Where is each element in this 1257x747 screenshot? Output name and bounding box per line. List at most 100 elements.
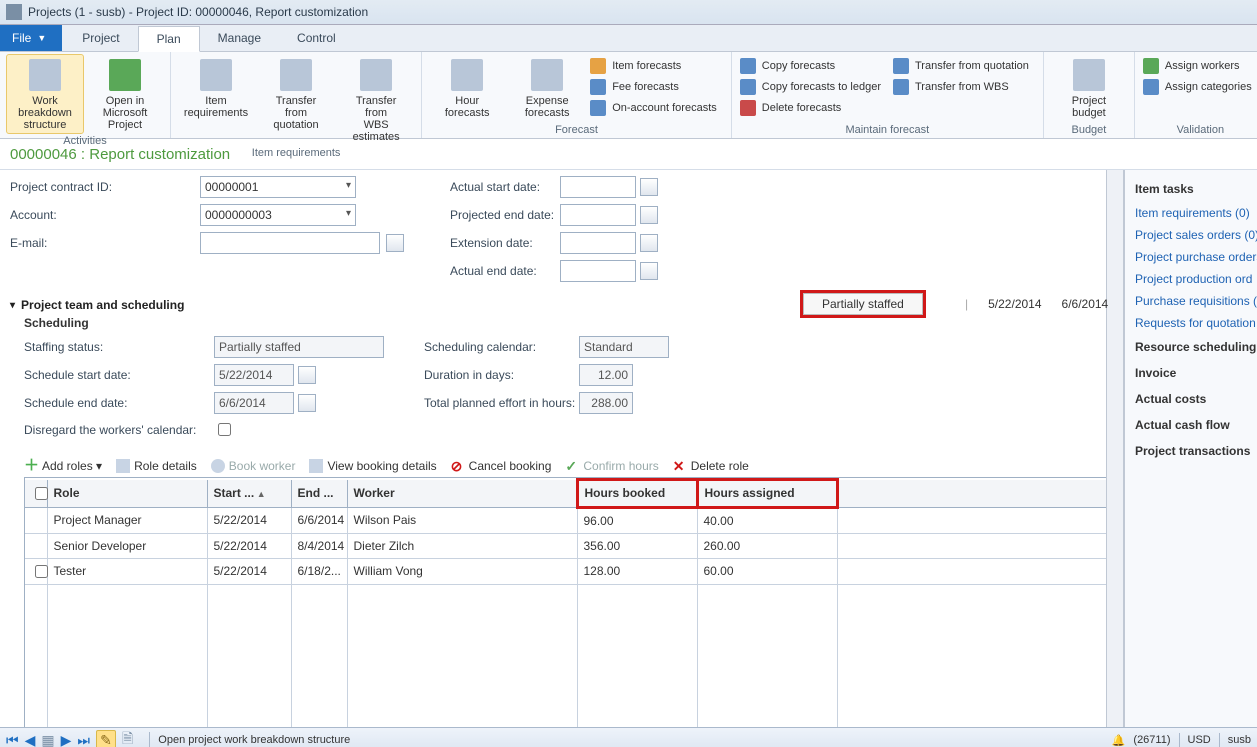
table-row[interactable]: Tester 5/22/2014 6/18/2... William Vong … [25,558,1111,584]
side-link-rfq[interactable]: Requests for quotation [1125,312,1257,334]
col-start[interactable]: Start ... [207,480,291,508]
extension-date-input[interactable] [560,232,636,254]
vertical-scrollbar[interactable] [1106,170,1123,727]
transfer-from-quotation-button[interactable]: Transfer from quotation [257,54,335,146]
nav-next-icon[interactable]: ▶ [61,732,72,747]
delete-role-button[interactable]: ✕Delete role [673,459,749,473]
open-in-ms-project-button[interactable]: Open in Microsoft Project [86,54,164,134]
sched-cal-field[interactable]: Standard [579,336,669,358]
edit-icon[interactable]: ✎ [96,730,116,747]
breadcrumb-text: 00000046 : Report customization [10,146,230,163]
calendar-icon[interactable] [298,394,316,412]
currency-label[interactable]: USD [1188,734,1211,746]
select-all-checkbox[interactable] [35,487,48,500]
calendar-icon[interactable] [640,178,658,196]
transfer-from-wbs-button[interactable]: Transfer from WBS estimates [337,54,415,146]
account-label: Account: [10,208,200,222]
item-forecast-icon [590,58,606,74]
actual-start-input[interactable] [560,176,636,198]
col-role[interactable]: Role [47,480,207,508]
email-input[interactable] [200,232,380,254]
col-end[interactable]: End ... [291,480,347,508]
duration-field: 12.00 [579,364,633,386]
tab-control[interactable]: Control [279,25,354,51]
fee-forecast-icon [590,79,606,95]
item-requirements-button[interactable]: Item requirements [177,54,255,146]
disregard-checkbox[interactable] [218,423,231,436]
side-link-sales-orders[interactable]: Project sales orders (0) [1125,224,1257,246]
cancel-booking-button[interactable]: ⊘Cancel booking [451,459,552,473]
file-button[interactable]: File ▼ [0,25,62,51]
assign-workers-button[interactable]: Assign workers [1141,56,1257,76]
ribbon-group-budget: Project budget Budget [1044,52,1135,138]
disclosure-icon: ▾ [10,300,15,311]
delete-forecasts-button[interactable]: Delete forecasts [738,98,889,118]
calendar-icon[interactable] [640,262,658,280]
app-icon [6,4,22,20]
nav-grid-icon[interactable]: ▦ [41,732,54,747]
book-worker-button[interactable]: Book worker [211,459,296,473]
expense-forecasts-button[interactable]: Expense forecasts [508,54,586,123]
sched-end-field[interactable]: 6/6/2014 [214,392,294,414]
email-lookup-icon[interactable] [386,234,404,252]
staffing-badge: Partially staffed [803,293,923,315]
copy-forecasts-button[interactable]: Copy forecasts [738,56,889,76]
nav-first-icon[interactable]: ⏮ [6,732,19,747]
copy-ledger-button[interactable]: Copy forecasts to ledger [738,77,889,97]
hour-forecasts-button[interactable]: Hour forecasts [428,54,506,123]
table-row[interactable]: Project Manager 5/22/2014 6/6/2014 Wilso… [25,507,1111,533]
table-row[interactable] [25,584,1111,727]
add-roles-button[interactable]: ＋Add roles ▾ [24,459,102,473]
contract-combo[interactable]: 00000001 [200,176,356,198]
summary-end-date: 6/6/2014 [1062,297,1109,311]
col-hours-assigned[interactable]: Hours assigned [697,480,837,508]
projected-end-input[interactable] [560,204,636,226]
tab-manage[interactable]: Manage [200,25,279,51]
role-details-button[interactable]: Role details [116,459,197,473]
fee-forecasts-button[interactable]: Fee forecasts [588,77,725,97]
contract-label: Project contract ID: [10,180,200,194]
col-checkbox-header[interactable] [25,480,47,508]
user-label[interactable]: susb [1228,734,1251,746]
side-item-project-transactions[interactable]: Project transactions [1125,438,1257,464]
chevron-down-icon: ▼ [37,33,46,43]
tab-plan[interactable]: Plan [138,26,200,52]
account-combo[interactable]: 0000000003 [200,204,356,226]
doc-icon[interactable]: 🗎 [122,728,133,747]
side-link-item-req[interactable]: Item requirements (0) [1125,202,1257,224]
transfer-from-wbs-small-button[interactable]: Transfer from WBS [891,77,1037,97]
sched-start-field[interactable]: 5/22/2014 [214,364,294,386]
calendar-icon[interactable] [640,234,658,252]
calendar-icon[interactable] [298,366,316,384]
item-forecasts-button[interactable]: Item forecasts [588,56,725,76]
nav-last-icon[interactable]: ⏭ [77,732,90,747]
alert-icon[interactable]: 🔔 [1112,734,1126,747]
nav-prev-icon[interactable]: ◀ [25,732,36,747]
tab-project[interactable]: Project [64,25,137,51]
view-booking-button[interactable]: View booking details [309,459,436,473]
side-item-invoice[interactable]: Invoice [1125,360,1257,386]
work-breakdown-structure-button[interactable]: Work breakdown structure [6,54,84,134]
side-link-purchase-orders[interactable]: Project purchase orders [1125,246,1257,268]
side-link-production-orders[interactable]: Project production ord [1125,268,1257,290]
item-req-icon [200,59,232,91]
col-hours-booked[interactable]: Hours booked [577,480,697,508]
alert-count[interactable]: (26711) [1133,734,1170,746]
section-header[interactable]: ▾ Project team and scheduling [10,298,1113,312]
row-checkbox[interactable] [35,565,48,578]
side-item-resource-scheduling[interactable]: Resource scheduling [1125,334,1257,360]
table-row[interactable]: Senior Developer 5/22/2014 8/4/2014 Diet… [25,533,1111,558]
calendar-icon[interactable] [640,206,658,224]
actual-end-input[interactable] [560,260,636,282]
ribbon-group-validation: Assign workers Assign categories Validat… [1135,52,1257,138]
project-budget-button[interactable]: Project budget [1050,54,1128,123]
assign-categories-button[interactable]: Assign categories [1141,77,1257,97]
on-account-forecasts-button[interactable]: On-account forecasts [588,98,725,118]
side-item-actual-costs[interactable]: Actual costs [1125,386,1257,412]
ribbon-group-forecast: Hour forecasts Expense forecasts Item fo… [422,52,732,138]
col-worker[interactable]: Worker [347,480,577,508]
side-link-purchase-req[interactable]: Purchase requisitions ( [1125,290,1257,312]
side-item-actual-cash-flow[interactable]: Actual cash flow [1125,412,1257,438]
confirm-hours-button[interactable]: ✓Confirm hours [565,459,658,473]
transfer-from-quotation-small-button[interactable]: Transfer from quotation [891,56,1037,76]
